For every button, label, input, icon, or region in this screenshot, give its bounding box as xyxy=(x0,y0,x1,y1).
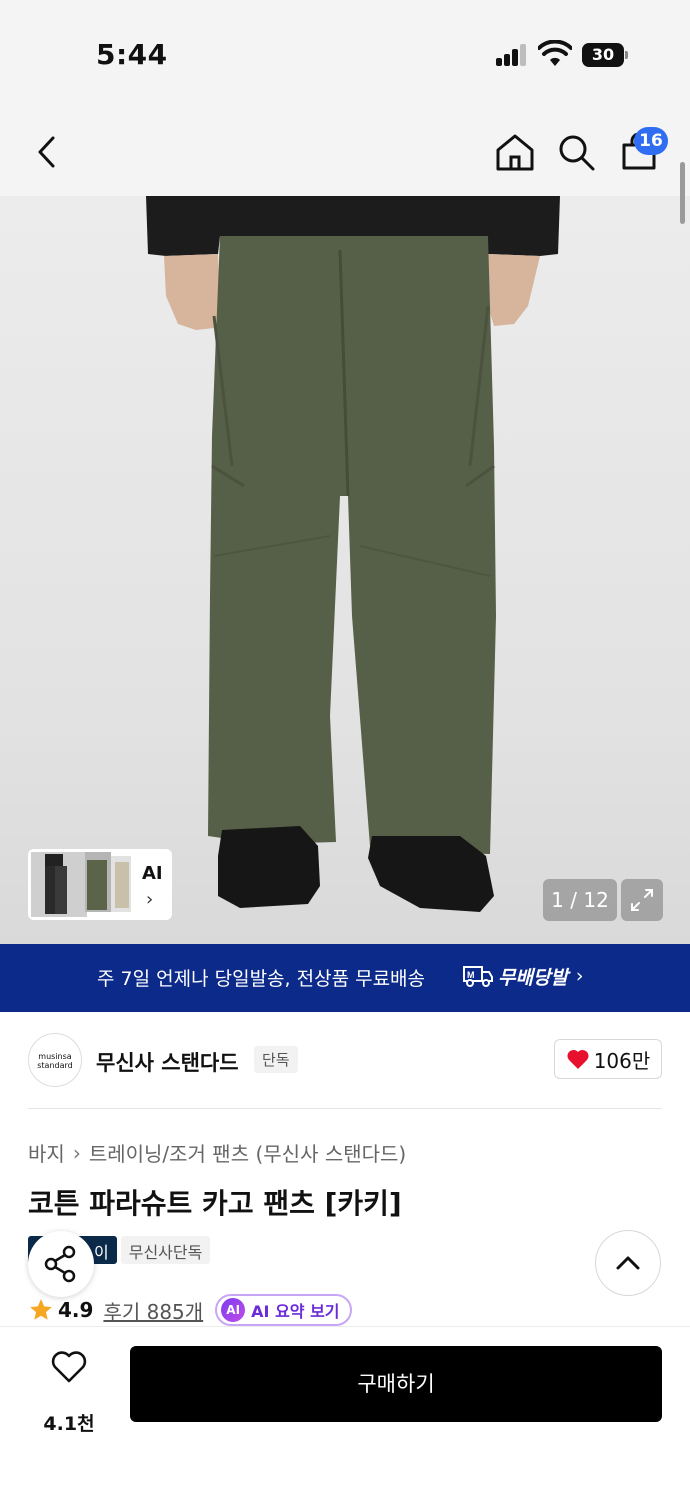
thumbnail-images xyxy=(31,852,131,917)
buy-button[interactable]: 구매하기 xyxy=(130,1346,662,1422)
brand-name[interactable]: 무신사 스탠다드 xyxy=(96,1047,239,1077)
wifi-icon xyxy=(538,40,572,66)
brand-logo[interactable]: musinsa standard xyxy=(28,1033,82,1087)
ai-thumbnail-card[interactable]: AI › xyxy=(28,849,172,920)
promo-text: 주 7일 언제나 당일발송, 전상품 무료배송 xyxy=(97,968,426,990)
thumbnail-ai-label: AI xyxy=(142,863,163,884)
divider xyxy=(28,1108,662,1109)
breadcrumb-subcategory[interactable]: 트레이닝/조거 팬츠 (무신사 스탠다드) xyxy=(89,1138,406,1167)
brand-like-count: 106만 xyxy=(593,1048,651,1073)
share-icon xyxy=(44,1245,76,1283)
home-icon[interactable] xyxy=(493,130,537,174)
exclusive-tag: 단독 xyxy=(254,1046,298,1073)
svg-text:M: M xyxy=(467,970,475,980)
status-bar: 5:44 30 xyxy=(0,0,690,110)
ai-summary-label: AI 요약 보기 xyxy=(251,1302,340,1321)
brand-like-button[interactable]: 106만 xyxy=(554,1039,662,1079)
promo-brand: M 무배당발 › xyxy=(462,961,584,991)
cart-count-badge: 16 xyxy=(634,127,668,155)
heart-outline-icon xyxy=(51,1351,87,1383)
share-button[interactable] xyxy=(28,1231,94,1297)
breadcrumb: 바지 › 트레이닝/조거 팬츠 (무신사 스탠다드) xyxy=(28,1138,406,1167)
rating-value: 4.9 xyxy=(58,1298,94,1322)
wishlist-button[interactable]: 4.1천 xyxy=(28,1347,110,1435)
star-icon xyxy=(30,1299,52,1320)
battery-level: 30 xyxy=(591,45,615,64)
heart-filled-icon xyxy=(567,1049,589,1069)
wishlist-count: 4.1천 xyxy=(43,1413,95,1435)
battery-icon: 30 xyxy=(582,43,628,67)
expand-button[interactable] xyxy=(621,879,663,921)
promo-brand-text: 무배당발 xyxy=(498,966,568,989)
reviews-link[interactable]: 후기 885개 xyxy=(103,1296,203,1325)
brand-logo-line1: musinsa xyxy=(38,1052,72,1061)
chevron-up-icon xyxy=(616,1256,640,1270)
ai-badge-icon: AI xyxy=(221,1298,246,1322)
search-icon[interactable] xyxy=(554,130,598,174)
bottom-bar: 4.1천 구매하기 xyxy=(0,1326,690,1500)
scroll-indicator[interactable] xyxy=(680,162,685,224)
breadcrumb-category[interactable]: 바지 xyxy=(28,1138,65,1167)
chevron-right-icon: › xyxy=(72,1140,81,1165)
rating-row: 4.9 후기 885개 AI AI 요약 보기 xyxy=(28,1293,352,1327)
signal-icon xyxy=(496,44,528,66)
brand-logo-line2: standard xyxy=(37,1061,73,1070)
product-title: 코튼 파라슈트 카고 팬츠 [카키] xyxy=(28,1187,402,1220)
back-icon[interactable] xyxy=(26,130,70,174)
product-tag: 무신사단독 xyxy=(120,1236,211,1264)
chevron-right-icon: › xyxy=(575,965,584,987)
expand-icon xyxy=(631,889,653,911)
chevron-right-icon: › xyxy=(146,889,154,910)
product-photo xyxy=(146,196,560,912)
product-image[interactable] xyxy=(0,196,690,944)
top-nav xyxy=(0,110,690,196)
brand-row: musinsa standard 무신사 스탠다드 단독 106만 xyxy=(0,1012,690,1110)
promo-banner[interactable]: 주 7일 언제나 당일발송, 전상품 무료배송 M 무배당발 › xyxy=(0,944,690,1012)
status-time: 5:44 xyxy=(96,38,168,71)
scroll-top-button[interactable] xyxy=(595,1230,661,1296)
image-counter: 1 / 12 xyxy=(543,879,617,921)
delivery-truck-icon: M xyxy=(463,966,493,987)
ai-summary-button[interactable]: AI AI 요약 보기 xyxy=(215,1294,352,1326)
